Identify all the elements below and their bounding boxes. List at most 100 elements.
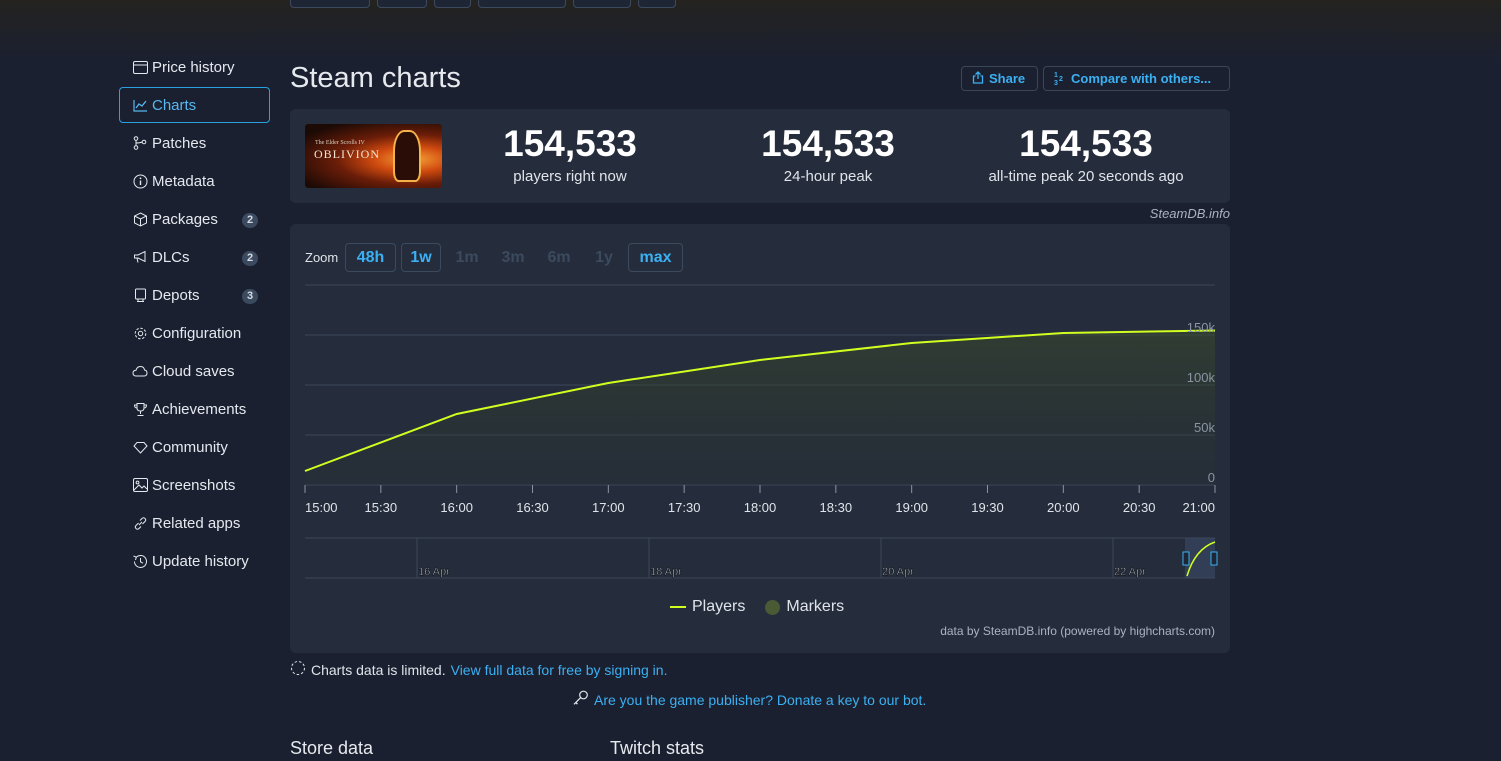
navigator-handle-right[interactable] bbox=[1210, 551, 1218, 566]
legend-markers-label: Markers bbox=[786, 598, 845, 615]
navigator-label: 18 Apr bbox=[650, 566, 682, 578]
sidebar-item-community[interactable]: Community bbox=[119, 429, 270, 465]
x-tick-label: 19:30 bbox=[971, 500, 1004, 515]
sidebar-item-related-apps[interactable]: Related apps bbox=[119, 505, 270, 541]
price-history-icon bbox=[132, 59, 148, 75]
navigator-handle-left[interactable] bbox=[1182, 551, 1190, 566]
legend-markers[interactable]: Markers bbox=[765, 598, 844, 616]
history-icon bbox=[132, 553, 148, 569]
sidebar-item-screenshots[interactable]: Screenshots bbox=[119, 467, 270, 503]
top-tab[interactable] bbox=[290, 0, 370, 8]
sidebar-item-patches[interactable]: Patches bbox=[119, 125, 270, 161]
y-tick-label: 150k bbox=[1187, 320, 1216, 335]
x-tick-label: 16:00 bbox=[440, 500, 473, 515]
top-tab[interactable] bbox=[478, 0, 566, 8]
y-tick-label: 100k bbox=[1187, 370, 1216, 385]
stat-label: all-time peak 20 seconds ago bbox=[988, 168, 1184, 185]
share-button[interactable]: Share bbox=[961, 66, 1038, 91]
sidebar-item-metadata[interactable]: Metadata bbox=[119, 163, 270, 199]
sidebar-item-label: Update history bbox=[152, 552, 249, 570]
x-tick-label: 21:00 bbox=[1182, 500, 1215, 515]
store-data-heading: Store data bbox=[290, 738, 374, 758]
sidebar-item-cloud-saves[interactable]: Cloud saves bbox=[119, 353, 270, 389]
package-icon bbox=[132, 211, 148, 227]
svg-text:2: 2 bbox=[1059, 76, 1063, 83]
sidebar-item-label: Community bbox=[152, 438, 228, 456]
sidebar-item-label: Configuration bbox=[152, 324, 242, 342]
svg-text:3: 3 bbox=[1054, 80, 1058, 85]
x-tick-label: 18:30 bbox=[820, 500, 853, 515]
game-art-figure bbox=[393, 130, 421, 182]
x-tick-label: 18:00 bbox=[744, 500, 777, 515]
game-capsule-image[interactable]: The Elder Scrolls IV OBLIVION bbox=[305, 124, 442, 188]
page-title: Steam charts bbox=[290, 62, 461, 94]
donate-key-link[interactable]: Are you the game publisher? Donate a key… bbox=[594, 692, 926, 708]
sidebar-item-label: Packages bbox=[152, 210, 218, 228]
steamdb-credit[interactable]: SteamDB.info bbox=[1150, 206, 1230, 221]
link-icon bbox=[132, 515, 148, 531]
chart-line-icon bbox=[132, 97, 148, 113]
chart-panel: Zoom 48h 1w 1m 3m 6m 1y max 15:00 15:30 16… bbox=[290, 224, 1230, 653]
share-icon bbox=[972, 70, 984, 87]
sidebar-item-depots[interactable]: Depots 3 bbox=[119, 277, 270, 313]
legend-players-swatch bbox=[670, 606, 686, 608]
sidebar-item-dlcs[interactable]: DLCs 2 bbox=[119, 239, 270, 275]
player-count-chart[interactable]: 15:00 15:30 16:00 16:30 17:00 17:30 18:00 18:30… bbox=[290, 224, 1230, 584]
navigator-label: 20 Apr bbox=[882, 566, 914, 578]
sidebar-item-label: Charts bbox=[152, 96, 197, 114]
stat-value: 154,533 bbox=[761, 123, 895, 164]
compare-button[interactable]: 123 Compare with others... bbox=[1043, 66, 1230, 91]
x-tick-label: 16:30 bbox=[516, 500, 549, 515]
info-icon bbox=[132, 173, 148, 189]
legend-players[interactable]: Players bbox=[670, 598, 745, 616]
sidebar-item-label: Related apps bbox=[152, 514, 241, 532]
count-badge: 2 bbox=[242, 213, 258, 228]
chart-legend: Players Markers bbox=[670, 598, 844, 616]
sidebar-item-update-history[interactable]: Update history bbox=[119, 543, 270, 579]
top-tab[interactable] bbox=[573, 0, 631, 8]
top-tab[interactable] bbox=[638, 0, 676, 8]
stat-24h-peak: 154,533 24-hour peak bbox=[698, 123, 958, 185]
navigator[interactable]: 16 Apr 18 Apr 20 Apr 22 Apr bbox=[305, 537, 1218, 579]
x-axis: 15:00 15:30 16:00 16:30 17:00 17:30 18:00 18:30… bbox=[304, 485, 1216, 515]
legend-markers-swatch bbox=[765, 599, 781, 615]
sidebar-item-achievements[interactable]: Achievements bbox=[119, 391, 270, 427]
compare-numbers-icon: 123 bbox=[1054, 71, 1066, 87]
highcharts-credit[interactable]: data by SteamDB.info (powered by highcha… bbox=[940, 624, 1215, 638]
gear-icon bbox=[132, 325, 148, 341]
navigator-label: 22 Apr bbox=[1114, 566, 1146, 578]
publisher-notice: Are you the game publisher? Donate a key… bbox=[572, 690, 926, 709]
top-tab[interactable] bbox=[434, 0, 471, 8]
game-logo-title: OBLIVION bbox=[314, 147, 380, 161]
top-tab[interactable] bbox=[377, 0, 427, 8]
charts-limited-notice: Charts data is limited. View full data f… bbox=[290, 660, 667, 679]
git-branch-icon bbox=[132, 135, 148, 151]
trophy-icon bbox=[132, 401, 148, 417]
sidebar: Price history Charts Patches Metadata Pa… bbox=[119, 49, 270, 581]
x-tick-label: 15:30 bbox=[365, 500, 398, 515]
legend-players-label: Players bbox=[692, 598, 746, 615]
sidebar-item-label: DLCs bbox=[152, 248, 190, 266]
count-badge: 3 bbox=[242, 289, 258, 304]
sidebar-item-label: Metadata bbox=[152, 172, 215, 190]
x-tick-label: 17:00 bbox=[592, 500, 625, 515]
sidebar-item-configuration[interactable]: Configuration bbox=[119, 315, 270, 351]
x-tick-label: 17:30 bbox=[668, 500, 701, 515]
y-tick-label: 50k bbox=[1194, 420, 1215, 435]
sidebar-item-packages[interactable]: Packages 2 bbox=[119, 201, 270, 237]
players-area bbox=[305, 330, 1215, 485]
stat-value: 154,533 bbox=[503, 123, 637, 164]
sign-in-link[interactable]: View full data for free by signing in. bbox=[451, 662, 668, 678]
svg-text:1: 1 bbox=[1054, 72, 1058, 79]
stat-current: 154,533 players right now bbox=[440, 123, 700, 185]
navigator-label: 16 Apr bbox=[418, 566, 450, 578]
sidebar-item-charts[interactable]: Charts bbox=[119, 87, 270, 123]
key-icon bbox=[572, 690, 589, 709]
stat-all-time-peak: 154,533 all-time peak 20 seconds ago bbox=[956, 123, 1216, 185]
twitch-stats-heading: Twitch stats bbox=[610, 738, 705, 758]
x-tick-label: 15:00 bbox=[305, 500, 338, 515]
count-badge: 2 bbox=[242, 251, 258, 266]
sidebar-item-price-history[interactable]: Price history bbox=[119, 49, 270, 85]
megaphone-icon bbox=[132, 249, 148, 265]
sidebar-item-label: Cloud saves bbox=[152, 362, 235, 380]
